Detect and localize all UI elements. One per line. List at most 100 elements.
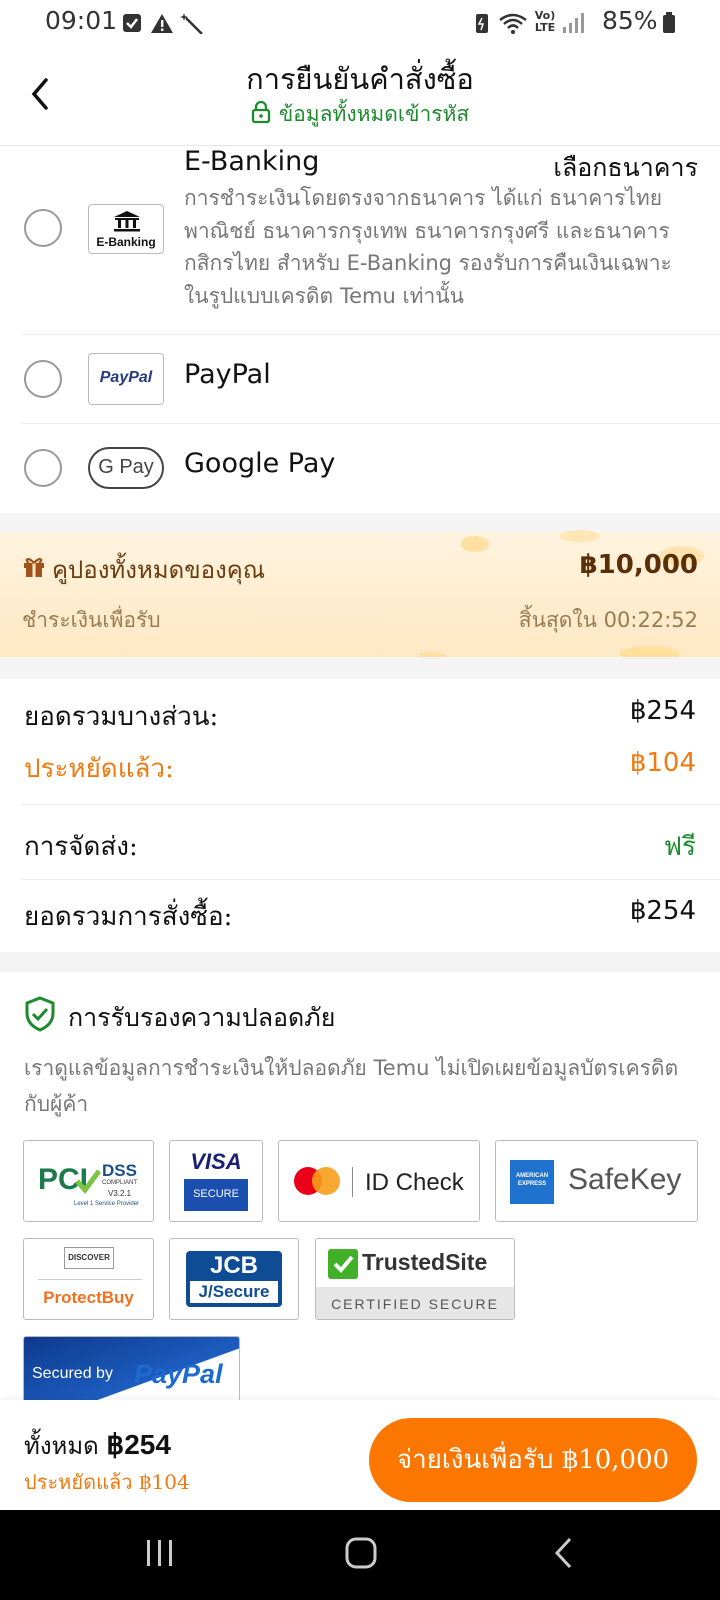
order-total-value: ฿254 bbox=[629, 896, 696, 926]
coupon-amount: ฿10,000 bbox=[579, 550, 698, 580]
saved-value: ฿104 bbox=[629, 748, 696, 778]
bank-icon bbox=[114, 211, 140, 232]
saved-label: ประหยัดแล้ว: bbox=[24, 754, 174, 784]
bottom-saved: ประหยัดแล้ว ฿104 bbox=[24, 1470, 190, 1494]
pci-note-text: Level 1 Service Provider bbox=[74, 1201, 140, 1207]
payment-option-googlepay[interactable]: G Pay Google Pay bbox=[0, 424, 720, 512]
recent-apps-icon[interactable] bbox=[144, 1538, 176, 1568]
coupon-subtitle: ชำระเงินเพื่อรับ bbox=[22, 608, 161, 632]
section-gap bbox=[0, 657, 720, 679]
visa-text: VISA bbox=[190, 1149, 242, 1174]
jcb-logo: JCB J/Secure bbox=[186, 1251, 282, 1307]
magic-wand-icon bbox=[180, 13, 203, 34]
visa-secure-box: SECURE bbox=[184, 1179, 248, 1211]
paypal-logo: PayPal bbox=[88, 353, 164, 405]
shield-check-icon bbox=[25, 996, 55, 1032]
divider bbox=[22, 879, 720, 880]
paypal-logo-text: PayPal bbox=[99, 369, 153, 386]
shipping-value: ฟรี bbox=[663, 832, 696, 862]
jcb-text: JCB bbox=[209, 1252, 258, 1279]
volte-indicator: Vo) LTE bbox=[534, 9, 556, 34]
ebanking-logo-text: E-Banking bbox=[96, 235, 156, 249]
order-total-label: ยอดรวมการสั่งซื้อ: bbox=[24, 902, 233, 932]
battery-saver-icon bbox=[476, 14, 488, 33]
secured-paypal-text: PayPal bbox=[134, 1359, 223, 1389]
idcheck-text: ID Check bbox=[365, 1169, 464, 1196]
paypal-label: PayPal bbox=[184, 359, 271, 390]
jsecure-text: J/Secure bbox=[198, 1282, 270, 1301]
badge-divider bbox=[352, 1167, 353, 1197]
protectbuy-text: ProtectBuy bbox=[43, 1288, 134, 1307]
battery-icon bbox=[663, 12, 675, 33]
pci-dss-badge: PCI DSS COMPLIANT V3.2.1 Level 1 Service… bbox=[23, 1140, 154, 1222]
coupon-expiry: สิ้นสุดใน 00:22:52 bbox=[518, 608, 698, 632]
visa-secure-badge: VISA SECURE bbox=[169, 1140, 263, 1222]
checkout-bar: ทั้งหมด ฿254 ประหยัดแล้ว ฿104 จ่ายเงินเพ… bbox=[0, 1400, 720, 1510]
visa-secure-text: SECURE bbox=[193, 1188, 239, 1200]
system-nav-bar bbox=[0, 1510, 720, 1600]
ebanking-label: E-Banking bbox=[184, 146, 320, 177]
googlepay-label: Google Pay bbox=[184, 448, 336, 479]
ebanking-description: การชำระเงินโดยตรงจากธนาคาร ได้แก่ ธนาคาร… bbox=[184, 186, 672, 308]
divider bbox=[22, 804, 720, 805]
encryption-notice: ข้อมูลทั้งหมดเข้ารหัส bbox=[0, 98, 720, 131]
bottom-total-label: ทั้งหมด bbox=[24, 1432, 99, 1460]
trustedsite-footer: CERTIFIED SECURE bbox=[316, 1287, 514, 1319]
certified-secure-text: CERTIFIED SECURE bbox=[331, 1296, 499, 1312]
amex-logo-text: AMERICAN EXPRESS bbox=[515, 1173, 549, 1187]
pci-check-icon bbox=[75, 1169, 102, 1194]
googlepay-logo: G Pay bbox=[88, 447, 164, 489]
bottom-total-value: ฿254 bbox=[106, 1429, 171, 1460]
pci-compliant-text: COMPLIANT bbox=[102, 1180, 138, 1186]
trustedsite-check-icon bbox=[328, 1249, 358, 1279]
gift-icon bbox=[24, 558, 44, 577]
trustedsite-text: TrustedSite bbox=[362, 1249, 488, 1275]
mastercard-logo-icon bbox=[294, 1167, 340, 1195]
mastercard-idcheck-badge: ID Check bbox=[278, 1140, 480, 1222]
amex-logo: AMERICAN EXPRESS bbox=[510, 1160, 554, 1204]
ebanking-radio[interactable] bbox=[24, 209, 62, 247]
checkbox-notification-icon bbox=[123, 14, 141, 32]
status-time: 09:01 bbox=[45, 6, 118, 35]
security-description: เราดูแลข้อมูลการชำระเงินให้ปลอดภัย Temu … bbox=[24, 1056, 679, 1116]
trustedsite-badge: TrustedSite CERTIFIED SECURE bbox=[315, 1238, 515, 1320]
jcb-jsecure-badge: JCB J/Secure bbox=[169, 1238, 299, 1320]
secured-by-text: Secured by bbox=[32, 1365, 113, 1382]
subtotal-label: ยอดรวมบางส่วน: bbox=[24, 702, 219, 732]
coupon-decoration bbox=[420, 530, 704, 664]
payment-option-paypal[interactable]: PayPal PayPal bbox=[0, 335, 720, 423]
discover-logo: DISCOVER bbox=[64, 1247, 114, 1269]
coupon-title: คูปองทั้งหมดของคุณ bbox=[52, 556, 266, 584]
shipping-label: การจัดส่ง: bbox=[24, 832, 138, 862]
signal-icon bbox=[563, 13, 584, 33]
ebanking-logo: E-Banking bbox=[88, 204, 164, 254]
discover-logo-text: DISCOVER bbox=[68, 1253, 110, 1262]
bottom-total: ทั้งหมด ฿254 bbox=[24, 1426, 171, 1465]
section-gap bbox=[0, 952, 720, 972]
home-icon[interactable] bbox=[344, 1536, 378, 1570]
encryption-text: ข้อมูลทั้งหมดเข้ารหัส bbox=[278, 102, 470, 126]
googlepay-logo-text: G Pay bbox=[98, 456, 154, 478]
pci-version-text: V3.2.1 bbox=[108, 1189, 132, 1198]
battery-percent: 85% bbox=[602, 6, 658, 35]
discover-protectbuy-badge: DISCOVER ProtectBuy bbox=[23, 1238, 154, 1320]
coupon-banner[interactable]: คูปองทั้งหมดของคุณ ฿10,000 ชำระเงินเพื่อ… bbox=[0, 530, 720, 664]
back-icon[interactable] bbox=[552, 1536, 576, 1570]
lock-icon bbox=[251, 100, 270, 124]
wifi-icon bbox=[499, 13, 527, 34]
jsecure-box: J/Secure bbox=[190, 1281, 278, 1303]
pci-dss-text: DSS bbox=[102, 1161, 137, 1180]
amex-safekey-badge: AMERICAN EXPRESS SafeKey bbox=[495, 1140, 698, 1222]
warning-icon bbox=[151, 14, 173, 33]
googlepay-radio[interactable] bbox=[24, 449, 62, 487]
paypal-secured-badge: Secured by PayPal bbox=[23, 1336, 240, 1406]
security-title: การรับรองความปลอดภัย bbox=[68, 1003, 336, 1032]
status-bar: 09:01 Vo) LTE 85% bbox=[0, 0, 720, 46]
pay-button[interactable]: จ่ายเงินเพื่อรับ ฿10,000 bbox=[369, 1418, 697, 1502]
badge-divider bbox=[38, 1279, 142, 1280]
header: การยืนยันคำสั่งซื้อ ข้อมูลทั้งหมดเข้ารหั… bbox=[0, 46, 720, 146]
payment-option-ebanking[interactable]: E-Banking E-Banking เลือกธนาคาร การชำระเ… bbox=[0, 146, 720, 334]
page-title: การยืนยันคำสั่งซื้อ bbox=[246, 62, 474, 96]
paypal-radio[interactable] bbox=[24, 360, 62, 398]
safekey-text: SafeKey bbox=[568, 1163, 682, 1196]
